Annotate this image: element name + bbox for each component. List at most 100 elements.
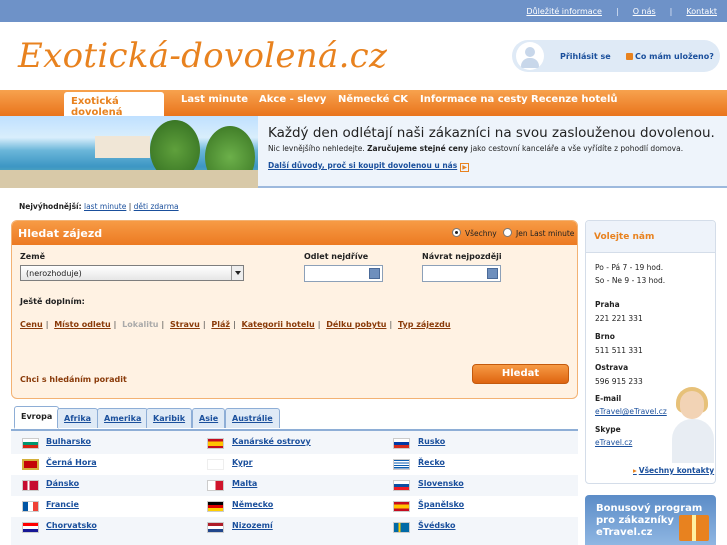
top-link-important-info[interactable]: Důležité informace <box>526 7 602 16</box>
office-ostrava: Ostrava <box>595 363 629 372</box>
list-item: Černá Hora Kypr Řecko <box>11 454 578 475</box>
all-contacts-link[interactable]: ▸ Všechny kontakty <box>633 466 714 475</box>
country-link[interactable]: Rusko <box>418 437 445 446</box>
country-select-value: (nerozhoduje) <box>26 269 82 278</box>
nav-item-german-agencies[interactable]: Německé CK <box>338 94 408 105</box>
skype-link[interactable]: eTravel.cz <box>595 438 632 447</box>
return-date-input[interactable] <box>422 265 501 282</box>
all-contacts-label: Všechny kontakty <box>638 466 715 475</box>
search-title: Hledat zájezd <box>18 227 103 240</box>
country-link[interactable]: Německo <box>232 500 273 509</box>
country-link[interactable]: Řecko <box>418 458 445 467</box>
skype-label: Skype <box>595 425 621 434</box>
country-link[interactable]: Francie <box>46 500 79 509</box>
tab-australia[interactable]: Austrálie <box>225 408 280 428</box>
agent-body <box>672 419 714 463</box>
list-item: Francie Německo Španělsko <box>11 496 578 517</box>
search-button[interactable]: Hledat <box>472 364 569 384</box>
best-link-kids-free[interactable]: děti zdarma <box>134 202 179 211</box>
filter-beach[interactable]: Pláž <box>211 320 230 329</box>
email-link[interactable]: eTravel@eTravel.cz <box>595 407 667 416</box>
filter-price[interactable]: Cenu <box>20 320 43 329</box>
contact-sidebar: Volejte nám Po - Pá 7 - 19 hod. So - Ne … <box>585 220 716 484</box>
filter-board[interactable]: Stravu <box>170 320 200 329</box>
tab-africa[interactable]: Afrika <box>57 408 99 428</box>
depart-date-input[interactable] <box>304 265 383 282</box>
country-link[interactable]: Malta <box>232 479 257 488</box>
divider: | <box>45 320 49 329</box>
filter-links: Cenu | Místo odletu | Lokalitu | Stravu | Pl… <box>20 320 451 329</box>
filter-trip-type[interactable]: Typ zájezdu <box>398 320 451 329</box>
calendar-icon[interactable] <box>369 268 380 279</box>
top-link-contact[interactable]: Kontakt <box>686 7 717 16</box>
chevron-down-icon <box>231 266 243 280</box>
flag-croatia-icon <box>22 522 39 533</box>
banner-sub-bold: Zaručujeme stejné ceny <box>367 144 469 153</box>
flag-sweden-icon <box>393 522 410 533</box>
country-link[interactable]: Dánsko <box>46 479 79 488</box>
country-link[interactable]: Kypr <box>232 458 253 467</box>
saved-items-link[interactable]: Co mám uloženo? <box>626 52 714 61</box>
flag-bulgaria-icon <box>22 438 39 449</box>
divider: | <box>113 320 117 329</box>
filter-departure[interactable]: Místo odletu <box>54 320 110 329</box>
list-item: Chorvatsko Nizozemí Švédsko <box>11 517 578 538</box>
country-link[interactable]: Španělsko <box>418 500 464 509</box>
filter-stay-length[interactable]: Délku pobytu <box>326 320 386 329</box>
hours-weekday: Po - Pá 7 - 19 hod. <box>595 263 664 272</box>
country-link[interactable]: Švédsko <box>418 521 456 530</box>
banner-headline: Každý den odlétají naši zákazníci na svo… <box>268 125 715 141</box>
nav-item-label: Exotická dovolená <box>71 96 123 118</box>
nav-item-last-minute[interactable]: Last minute <box>181 94 248 105</box>
tab-asia[interactable]: Asie <box>192 408 226 428</box>
filter-hotel-category[interactable]: Kategorii hotelu <box>242 320 315 329</box>
flag-cyprus-icon <box>207 459 224 470</box>
tab-caribbean[interactable]: Karibik <box>146 408 193 428</box>
resort-building <box>95 136 150 158</box>
sidebar-header: Volejte nám <box>586 221 715 253</box>
resort-photo <box>0 116 258 188</box>
return-label: Návrat nejpozději <box>422 252 502 261</box>
country-list: Bulharsko Kanárské ostrovy Rusko Černá H… <box>11 431 578 545</box>
flag-denmark-icon <box>22 480 39 491</box>
divider: | <box>202 320 206 329</box>
country-link[interactable]: Kanárské ostrovy <box>232 437 311 446</box>
radio-checked-icon <box>452 228 461 237</box>
nav-item-travel-info[interactable]: Informace na cesty <box>420 94 528 105</box>
nav-item-deals[interactable]: Akce - slevy <box>259 94 326 105</box>
calendar-icon[interactable] <box>487 268 498 279</box>
nav-item-hotel-reviews[interactable]: Recenze hotelů <box>531 94 618 105</box>
country-link[interactable]: Chorvatsko <box>46 521 97 530</box>
best-link-last-minute[interactable]: last minute <box>84 202 126 211</box>
bonus-program-banner[interactable]: Bonusový program pro zákazníky eTravel.c… <box>585 495 716 545</box>
phone-ostrava: 596 915 233 <box>595 377 643 386</box>
flag-montenegro-icon <box>22 459 39 470</box>
flag-spain-icon <box>207 438 224 449</box>
saved-icon <box>626 53 633 60</box>
nav-item-exotic[interactable]: Exotická dovolená <box>64 92 164 118</box>
banner-reasons-link[interactable]: Další důvody, proč si koupit dovolenou u… <box>268 161 470 172</box>
radio-last-minute[interactable]: Jen Last minute <box>503 228 574 238</box>
login-link[interactable]: Přihlásit se <box>560 52 611 61</box>
banner-text: Každý den odlétají naši zákazníci na svo… <box>268 125 715 172</box>
country-link[interactable]: Černá Hora <box>46 458 97 467</box>
tab-europe[interactable]: Evropa <box>14 406 60 429</box>
office-praha: Praha <box>595 300 620 309</box>
radio-all[interactable]: Všechny <box>452 228 497 238</box>
hours-weekend: So - Ne 9 - 13 hod. <box>595 276 666 285</box>
list-item: Dánsko Malta Slovensko <box>11 475 578 496</box>
saved-items-label: Co mám uloženo? <box>635 52 714 61</box>
pool-deck <box>0 170 258 188</box>
country-select[interactable]: (nerozhoduje) <box>20 265 244 281</box>
search-advice-link[interactable]: Chci s hledáním poradit <box>20 375 127 384</box>
flag-slovakia-icon <box>393 480 410 491</box>
country-link[interactable]: Slovensko <box>418 479 464 488</box>
site-logo[interactable]: Exotická-dovolená.cz <box>18 36 387 76</box>
radio-all-label: Všechny <box>465 229 497 238</box>
country-link[interactable]: Bulharsko <box>46 437 91 446</box>
country-link[interactable]: Nizozemí <box>232 521 273 530</box>
top-link-about[interactable]: O nás <box>633 7 656 16</box>
tab-america[interactable]: Amerika <box>97 408 149 428</box>
user-box: Přihlásit se Co mám uloženo? <box>512 40 720 72</box>
header: Exotická-dovolená.cz Přihlásit se Co mám… <box>0 22 727 90</box>
